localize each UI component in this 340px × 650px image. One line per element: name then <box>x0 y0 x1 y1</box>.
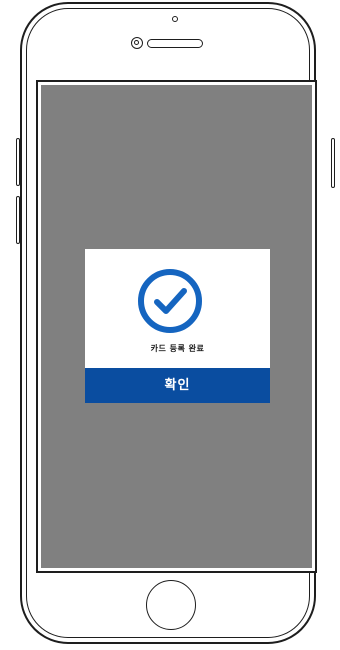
earpiece-speaker <box>147 39 203 48</box>
proximity-sensor <box>172 16 178 22</box>
front-camera-icon <box>131 37 143 49</box>
home-button-icon[interactable] <box>146 580 196 630</box>
dialog-message: 카드 등록 완료 <box>150 344 205 353</box>
check-circle-icon <box>138 269 202 333</box>
mute-switch <box>16 138 20 186</box>
confirm-button[interactable]: 확인 <box>85 368 270 403</box>
volume-button <box>16 196 20 244</box>
power-button <box>331 138 335 188</box>
device-stage: 카드 등록 완료 확인 <box>0 0 340 650</box>
card-registered-dialog: 카드 등록 완료 확인 <box>85 249 270 403</box>
